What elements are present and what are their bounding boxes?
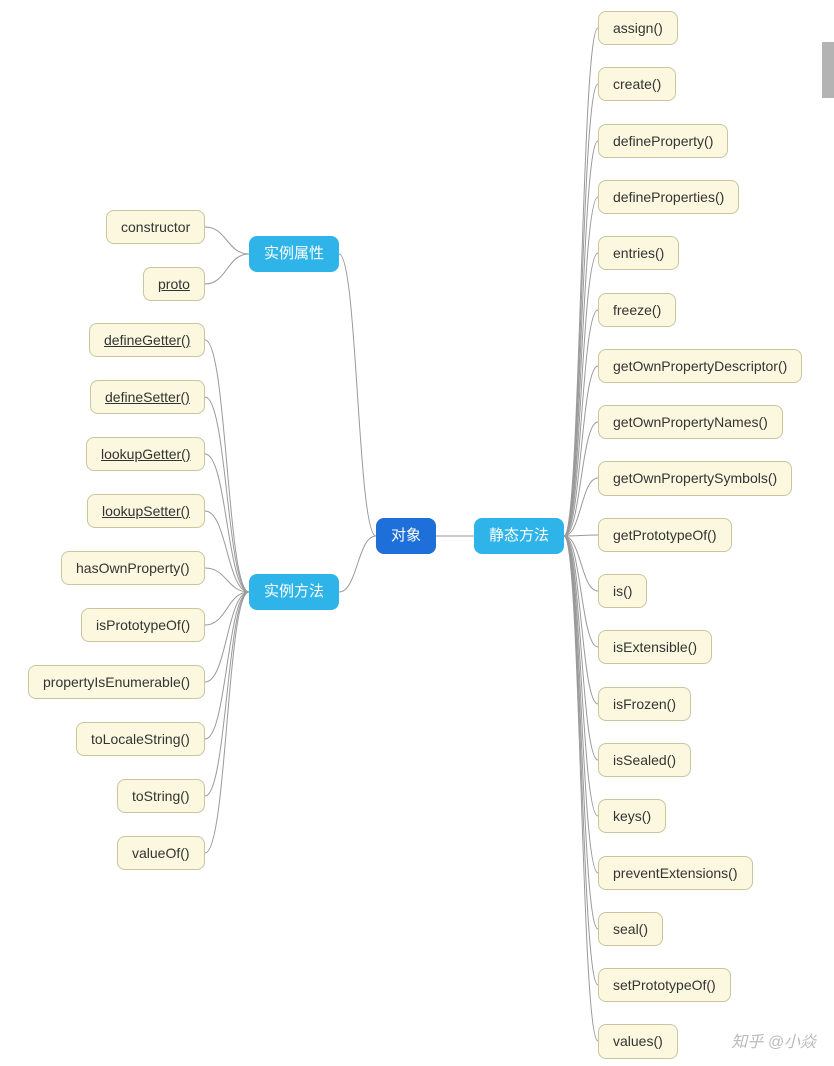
- static-method-3: defineProperties(): [598, 180, 739, 214]
- static-method-1: create(): [598, 67, 676, 101]
- instance-method-1: defineSetter(): [90, 380, 205, 414]
- instance-method-9: valueOf(): [117, 836, 205, 870]
- static-method-8: getOwnPropertySymbols(): [598, 461, 792, 495]
- static-method-13: isSealed(): [598, 743, 691, 777]
- static-method-6: getOwnPropertyDescriptor(): [598, 349, 802, 383]
- static-method-7: getOwnPropertyNames(): [598, 405, 783, 439]
- static-method-12: isFrozen(): [598, 687, 691, 721]
- instance-method-6: propertyIsEnumerable(): [28, 665, 205, 699]
- static-method-11: isExtensible(): [598, 630, 712, 664]
- static-method-2: defineProperty(): [598, 124, 728, 158]
- instance-method-2: lookupGetter(): [86, 437, 205, 471]
- static-method-10: is(): [598, 574, 647, 608]
- static-method-16: seal(): [598, 912, 663, 946]
- category-instance-props: 实例属性: [249, 236, 339, 272]
- category-instance-methods: 实例方法: [249, 574, 339, 610]
- static-method-4: entries(): [598, 236, 679, 270]
- static-method-17: setPrototypeOf(): [598, 968, 731, 1002]
- static-method-0: assign(): [598, 11, 678, 45]
- instance-method-8: toString(): [117, 779, 205, 813]
- static-method-5: freeze(): [598, 293, 676, 327]
- static-method-18: values(): [598, 1024, 678, 1058]
- instance-method-3: lookupSetter(): [87, 494, 205, 528]
- instance-method-7: toLocaleString(): [76, 722, 205, 756]
- instance-method-5: isPrototypeOf(): [81, 608, 205, 642]
- static-method-9: getPrototypeOf(): [598, 518, 732, 552]
- watermark: 知乎 @小焱: [731, 1028, 816, 1052]
- instance-method-0: defineGetter(): [89, 323, 205, 357]
- side-badge: [822, 42, 834, 98]
- instance-prop-0: constructor: [106, 210, 205, 244]
- root-node: 对象: [376, 518, 436, 554]
- static-method-14: keys(): [598, 799, 666, 833]
- instance-prop-1: proto: [143, 267, 205, 301]
- instance-method-4: hasOwnProperty(): [61, 551, 205, 585]
- static-method-15: preventExtensions(): [598, 856, 753, 890]
- category-static-methods: 静态方法: [474, 518, 564, 554]
